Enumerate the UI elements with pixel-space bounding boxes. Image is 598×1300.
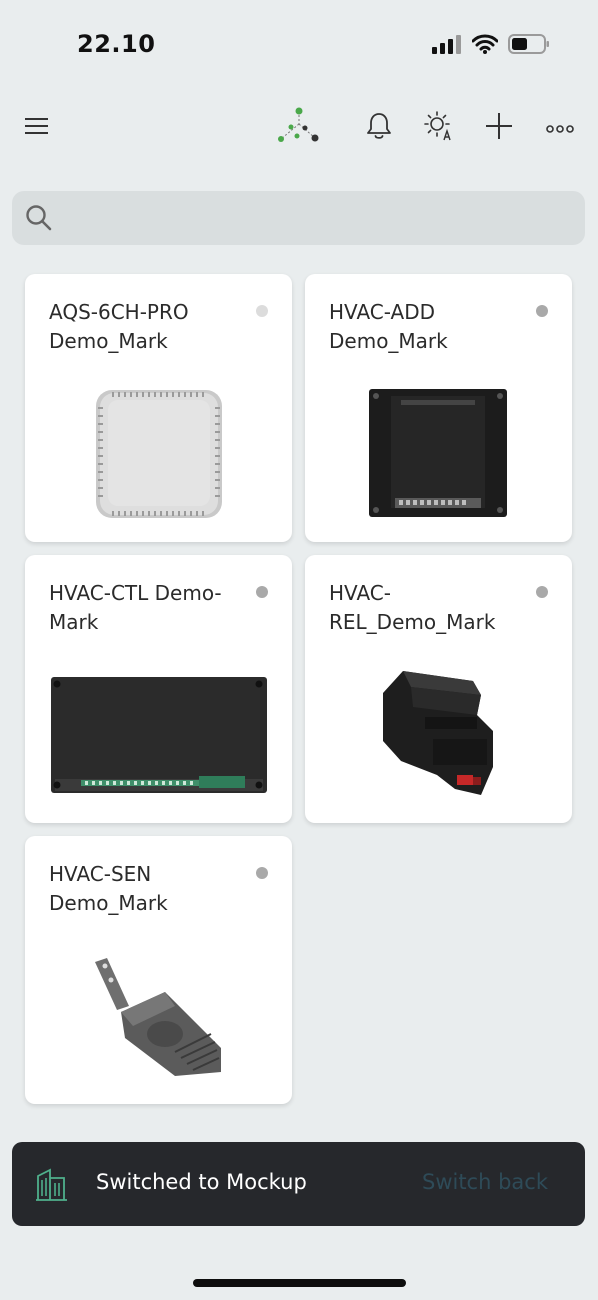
status-indicator [536,305,548,317]
status-bar: 22.10 [0,0,598,90]
home-indicator[interactable] [193,1279,406,1287]
battery-icon [508,33,550,59]
mockup-toast: Switched to Mockup Switch back [12,1142,585,1226]
search-input[interactable] [70,191,574,247]
logo-button[interactable] [276,106,320,150]
signal-icon [432,34,462,58]
wifi-icon [471,34,499,58]
add-button[interactable] [477,106,521,150]
device-name: HVAC-SEN Demo_Mark [49,862,168,915]
device-name: HVAC-REL_Demo_Mark [329,581,496,634]
search-bar[interactable] [12,191,585,247]
brightness-button[interactable] [417,106,461,150]
more-button[interactable] [538,106,582,150]
status-indicator [256,586,268,598]
bell-icon [366,112,392,144]
device-image-din-relay [305,655,572,815]
device-card-hvac-ctl[interactable]: HVAC-CTL Demo-Mark [25,555,292,823]
plus-icon [485,112,513,144]
device-card-hvac-add[interactable]: HVAC-ADD Demo_Mark [305,274,572,542]
device-name: HVAC-CTL Demo-Mark [49,581,222,634]
search-icon [25,204,53,236]
toast-message: Switched to Mockup [96,1170,307,1194]
device-name: AQS-6CH-PRO Demo_Mark [49,300,189,353]
status-indicator [536,586,548,598]
device-image-air-quality-sensor [25,374,292,534]
status-time: 22.10 [77,30,156,58]
building-icon [36,1168,68,1206]
menu-button[interactable] [15,106,59,150]
device-image-controller-board [25,655,292,815]
status-indicator [256,867,268,879]
device-card-aqs[interactable]: AQS-6CH-PRO Demo_Mark [25,274,292,542]
brightness-icon [424,111,454,145]
more-icon [546,119,574,138]
device-card-hvac-sen[interactable]: HVAC-SEN Demo_Mark [25,836,292,1104]
top-toolbar [0,100,598,156]
status-icons [432,33,550,59]
status-indicator [256,305,268,317]
device-card-hvac-rel[interactable]: HVAC-REL_Demo_Mark [305,555,572,823]
notifications-button[interactable] [357,106,401,150]
logo-icon [275,107,321,149]
switch-back-button[interactable]: Switch back [422,1170,548,1194]
device-name: HVAC-ADD Demo_Mark [329,300,448,353]
menu-icon [25,117,49,139]
device-image-temperature-sensor [25,936,292,1096]
device-image-din-rail-module [305,374,572,534]
